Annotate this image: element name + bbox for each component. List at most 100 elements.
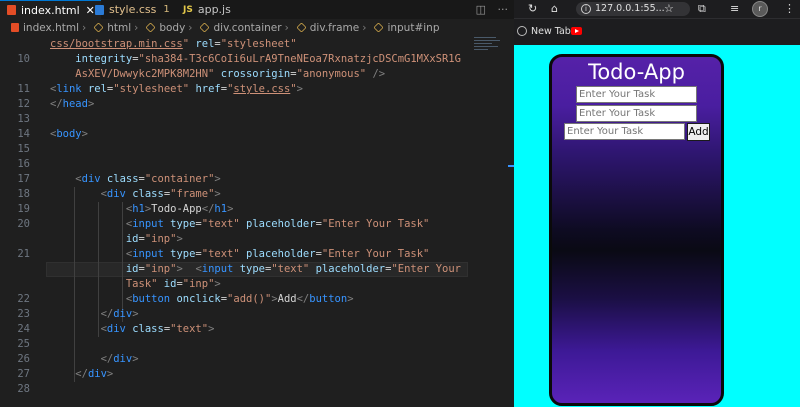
code-text: </div> <box>75 368 114 380</box>
code-text: <input type="text" placeholder="Enter Yo… <box>125 218 430 230</box>
chevron-right-icon: › <box>134 22 139 34</box>
code-line: id="inp"> <box>0 232 514 247</box>
line-number: 17 <box>17 173 30 185</box>
css-file-icon <box>95 4 104 15</box>
code-line: 14 <body> <box>0 127 514 142</box>
code-line: 22 <button onclick="add()">Add</button> <box>0 292 514 307</box>
todo-frame: Todo-App Add <box>549 54 724 406</box>
code-text: <button onclick="add()">Add</button> <box>125 293 354 305</box>
more-actions-icon[interactable]: ··· <box>498 3 509 16</box>
split-editor-icon[interactable]: ◫ <box>476 3 486 16</box>
editor-actions: ◫ ··· <box>468 0 508 19</box>
element-icon <box>199 22 211 33</box>
line-number: 21 <box>17 248 30 260</box>
editor-tab-bar: index.html ✕ style.css 1 JS app.js ◫ ··· <box>0 0 514 19</box>
star-icon[interactable]: ☆ <box>664 0 674 18</box>
task-input-1[interactable] <box>576 86 697 103</box>
line-number: 15 <box>17 143 30 155</box>
screen: index.html ✕ style.css 1 JS app.js ◫ ···… <box>0 0 800 407</box>
line-number: 26 <box>17 353 30 365</box>
info-icon[interactable]: i <box>581 4 591 14</box>
code-line: 24 <div class="text"> <box>0 322 514 337</box>
code-text: <h1>Todo-App</h1> <box>125 203 234 215</box>
line-number: 25 <box>17 338 30 350</box>
code-line: 13 <box>0 112 514 127</box>
breadcrumb-item[interactable]: input#inp <box>387 22 439 34</box>
code-line: css/bootstrap.min.css" rel="stylesheet" <box>0 37 514 52</box>
home-icon[interactable]: ⌂ <box>551 0 558 18</box>
code-line: 10 integrity="sha384-T3c6CoIi6uLrA9TneNE… <box>0 52 514 67</box>
line-number: 20 <box>17 218 30 230</box>
code-line: 17 <div class="container"> <box>0 172 514 187</box>
code-text: id="inp"> <box>125 233 183 245</box>
breadcrumb-item[interactable]: div.frame <box>310 22 359 34</box>
code-line: 15 <box>0 142 514 157</box>
html-file-icon <box>11 23 19 32</box>
line-number: 27 <box>17 368 30 380</box>
menu-icon[interactable]: ⋮ <box>784 0 795 18</box>
code-text: AsXEV/Dwwykc2MPK8M2HN" crossorigin="anon… <box>75 68 386 80</box>
page-viewport: Todo-App Add <box>514 45 800 407</box>
url-text: 127.0.0.1:55... <box>595 3 665 14</box>
chevron-right-icon: › <box>188 22 193 34</box>
code-line: 16 <box>0 157 514 172</box>
code-text: </head> <box>50 98 95 110</box>
add-button[interactable]: Add <box>687 123 710 141</box>
code-line: 20 <input type="text" placeholder="Enter… <box>0 217 514 232</box>
line-number: 22 <box>17 293 30 305</box>
globe-icon <box>517 26 527 36</box>
breadcrumb-item[interactable]: body <box>159 22 185 34</box>
line-number: 11 <box>17 83 30 95</box>
breadcrumb-item[interactable]: html <box>107 22 131 34</box>
code-editor: index.html ✕ style.css 1 JS app.js ◫ ···… <box>0 0 514 407</box>
tab-app-js[interactable]: JS app.js <box>176 0 237 19</box>
problems-badge: 1 <box>163 4 170 15</box>
code-text: </div> <box>100 308 139 320</box>
code-text: integrity="sha384-T3c6CoIi6uLrA9TneNEoa7… <box>75 53 461 65</box>
code-line: id="inp"> <input type="text" placeholder… <box>0 262 514 277</box>
code-line: 28 <box>0 382 514 397</box>
reload-icon[interactable]: ↻ <box>528 0 537 18</box>
avatar[interactable]: r <box>752 1 768 17</box>
line-number: 24 <box>17 323 30 335</box>
breadcrumb: index.html › html › body › div.container › div.f… <box>0 19 514 37</box>
line-number: 12 <box>17 98 30 110</box>
code-line: 26 </div> <box>0 352 514 367</box>
tab-label: app.js <box>197 3 231 16</box>
element-icon <box>93 22 104 33</box>
element-icon <box>373 22 385 33</box>
element-icon <box>296 22 307 33</box>
youtube-icon <box>571 27 582 35</box>
code-line: 11 <link rel="stylesheet" href="style.css… <box>0 82 514 97</box>
line-number: 23 <box>17 308 30 320</box>
task-input-2[interactable] <box>576 105 697 122</box>
minimap[interactable] <box>474 37 502 67</box>
js-file-icon: JS <box>183 4 193 15</box>
code-line: 25 <box>0 337 514 352</box>
line-number: 19 <box>17 203 30 215</box>
breadcrumb-item[interactable]: div.container <box>213 22 281 34</box>
breadcrumb-item[interactable]: index.html <box>23 22 79 34</box>
tab-label: index.html <box>21 3 80 17</box>
tab-index-html[interactable]: index.html ✕ <box>0 0 101 19</box>
task-input-3[interactable] <box>564 123 685 140</box>
code-line: AsXEV/Dwwykc2MPK8M2HN" crossorigin="anon… <box>0 67 514 82</box>
code-text: id="inp"> <input type="text" placeholder… <box>125 263 462 275</box>
bookmark-new-tab[interactable]: New Tab <box>517 25 571 39</box>
tab-style-css[interactable]: style.css 1 <box>88 0 176 19</box>
code-text: <input type="text" placeholder="Enter Yo… <box>125 248 430 260</box>
code-line: Task" id="inp"> <box>0 277 514 292</box>
line-number: 18 <box>17 188 30 200</box>
line-number: 14 <box>17 128 30 140</box>
code-line: 18 <div class="frame"> <box>0 187 514 202</box>
reading-list-icon[interactable]: ≡ <box>730 0 739 18</box>
code-text: <link rel="stylesheet" href="style.css"> <box>50 83 303 95</box>
line-number: 10 <box>17 53 30 65</box>
chevron-right-icon: › <box>81 22 87 34</box>
code-line: 19 <h1>Todo-App</h1> <box>0 202 514 217</box>
code-area[interactable]: css/bootstrap.min.css" rel="stylesheet" 1… <box>0 37 514 407</box>
bookmark-youtube[interactable] <box>571 25 582 39</box>
extensions-icon[interactable]: ⧉ <box>698 0 706 18</box>
code-line: 27 </div> <box>0 367 514 382</box>
bookmark-label: New Tab <box>531 26 571 37</box>
